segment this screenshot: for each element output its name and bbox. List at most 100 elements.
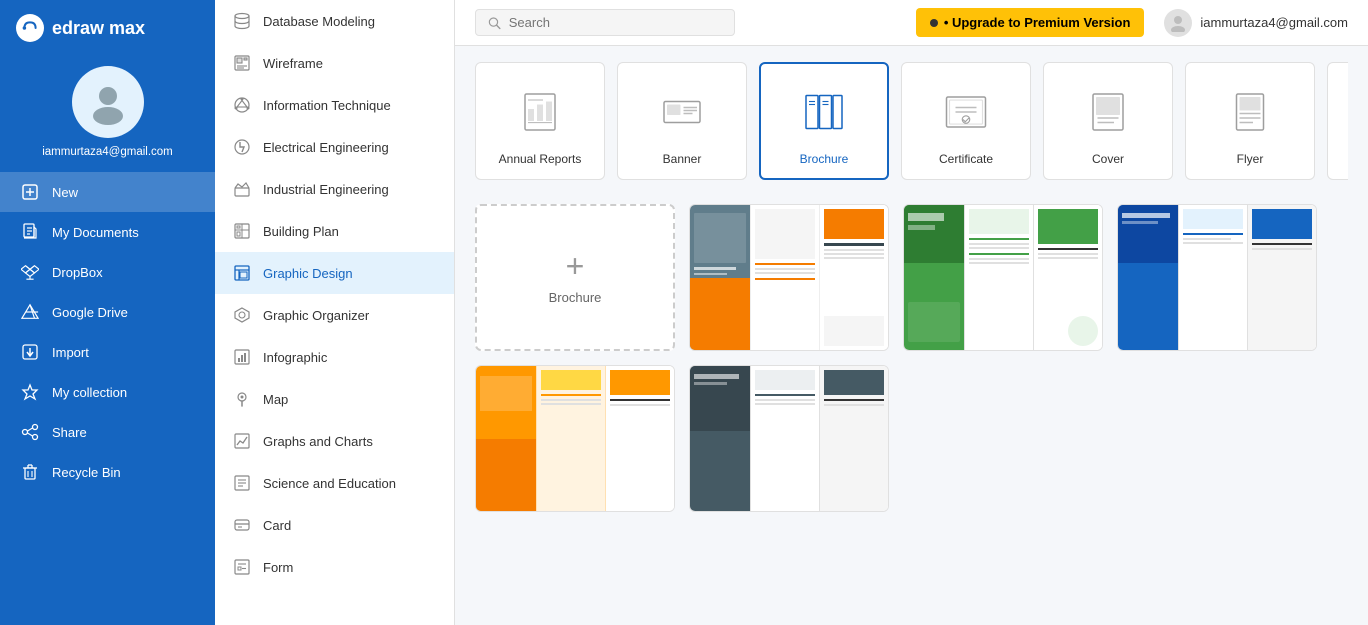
database-icon [231, 10, 253, 32]
category-item-science-education[interactable]: Science and Education [215, 462, 454, 504]
user-email: iammurtaza4@gmail.com [42, 146, 173, 158]
category-label: Graphic Organizer [263, 308, 369, 323]
cover-icon-area [1076, 80, 1140, 144]
category-label: Building Plan [263, 224, 339, 239]
sidebar-item-google-drive[interactable]: Google Drive [0, 292, 215, 332]
category-item-graphs-charts[interactable]: Graphs and Charts [215, 420, 454, 462]
sidebar: edraw max iammurtaza4@gmail.com New [0, 0, 215, 625]
tile-certificate[interactable]: Certificate [901, 62, 1031, 180]
template-card-5[interactable] [689, 365, 889, 512]
drive-icon [20, 302, 40, 322]
user-profile-section: iammurtaza4@gmail.com [0, 56, 215, 172]
category-item-graphic-organizer[interactable]: Graphic Organizer [215, 294, 454, 336]
upgrade-dot [930, 19, 938, 27]
tile-label: Annual Reports [499, 152, 582, 166]
tile-label: Flyer [1237, 152, 1264, 166]
sidebar-item-label: New [52, 185, 78, 200]
form-icon [231, 556, 253, 578]
template-card-2[interactable] [903, 204, 1103, 351]
category-label: Information Technique [263, 98, 391, 113]
tile-flyer[interactable]: Flyer [1185, 62, 1315, 180]
sidebar-item-import[interactable]: Import [0, 332, 215, 372]
category-item-form[interactable]: Form [215, 546, 454, 588]
category-label: Electrical Engineering [263, 140, 389, 155]
tile-annual-reports[interactable]: Annual Reports [475, 62, 605, 180]
building-plan-icon [231, 220, 253, 242]
industrial-icon [231, 178, 253, 200]
search-icon [488, 16, 501, 30]
sidebar-item-my-collection[interactable]: My collection [0, 372, 215, 412]
search-input[interactable] [509, 15, 722, 30]
category-item-map[interactable]: Map [215, 378, 454, 420]
new-template-card[interactable]: + Brochure [475, 204, 675, 351]
category-label: Form [263, 560, 293, 575]
main-content: • Upgrade to Premium Version iammurtaza4… [455, 0, 1368, 625]
upgrade-button[interactable]: • Upgrade to Premium Version [916, 8, 1145, 37]
tile-label: Banner [663, 152, 702, 166]
category-item-industrial-engineering[interactable]: Industrial Engineering [215, 168, 454, 210]
category-item-infographic[interactable]: Infographic [215, 336, 454, 378]
category-label: Graphs and Charts [263, 434, 373, 449]
category-item-card[interactable]: Card [215, 504, 454, 546]
category-item-wireframe[interactable]: Wireframe [215, 42, 454, 84]
wireframe-icon [231, 52, 253, 74]
plus-icon: + [566, 250, 585, 282]
sidebar-item-label: My Documents [52, 225, 139, 240]
template-card-1[interactable] [689, 204, 889, 351]
info-tech-icon [231, 94, 253, 116]
category-item-electrical-engineering[interactable]: Electrical Engineering [215, 126, 454, 168]
sidebar-item-recycle-bin[interactable]: Recycle Bin [0, 452, 215, 492]
tile-label: Certificate [939, 152, 993, 166]
sidebar-item-label: Share [52, 425, 87, 440]
template-card-4[interactable] [475, 365, 675, 512]
tile-label[interactable]: Label [1327, 62, 1348, 180]
flyer-icon-area [1218, 80, 1282, 144]
user-avatar-small [1164, 9, 1192, 37]
sidebar-nav: New My Documents [0, 172, 215, 625]
tile-label: Brochure [800, 152, 849, 166]
sidebar-item-label: DropBox [52, 265, 103, 280]
avatar [72, 66, 144, 138]
category-panel: Database Modeling Wireframe [215, 0, 455, 625]
annual-reports-icon-area [508, 80, 572, 144]
card-icon [231, 514, 253, 536]
dropbox-icon [20, 262, 40, 282]
tile-brochure[interactable]: Brochure [759, 62, 889, 180]
templates-container: + Brochure [475, 204, 1348, 512]
app-name: edraw max [52, 18, 145, 39]
tile-banner[interactable]: Banner [617, 62, 747, 180]
tiles-row: Annual Reports Banner [475, 62, 1348, 184]
category-item-building-plan[interactable]: Building Plan [215, 210, 454, 252]
import-icon [20, 342, 40, 362]
template-card-3[interactable] [1117, 204, 1317, 351]
topbar: • Upgrade to Premium Version iammurtaza4… [455, 0, 1368, 46]
category-item-database-modeling[interactable]: Database Modeling [215, 0, 454, 42]
category-label: Card [263, 518, 291, 533]
topbar-user-email: iammurtaza4@gmail.com [1200, 15, 1348, 30]
category-label: Industrial Engineering [263, 182, 389, 197]
sidebar-item-label: Google Drive [52, 305, 128, 320]
banner-icon-area [650, 80, 714, 144]
graphic-design-icon [231, 262, 253, 284]
category-label: Infographic [263, 350, 327, 365]
plus-icon [20, 182, 40, 202]
category-item-graphic-design[interactable]: Graphic Design [215, 252, 454, 294]
electrical-icon [231, 136, 253, 158]
tile-cover[interactable]: Cover [1043, 62, 1173, 180]
category-label: Wireframe [263, 56, 323, 71]
sidebar-item-dropbox[interactable]: DropBox [0, 252, 215, 292]
sidebar-item-share[interactable]: Share [0, 412, 215, 452]
share-icon [20, 422, 40, 442]
trash-icon [20, 462, 40, 482]
sidebar-item-new[interactable]: New [0, 172, 215, 212]
user-info: iammurtaza4@gmail.com [1164, 9, 1348, 37]
sidebar-item-label: Import [52, 345, 89, 360]
category-label: Graphic Design [263, 266, 353, 281]
category-item-information-technique[interactable]: Information Technique [215, 84, 454, 126]
logo-icon [16, 14, 44, 42]
search-box[interactable] [475, 9, 735, 36]
upgrade-label: • Upgrade to Premium Version [944, 15, 1131, 30]
certificate-icon-area [934, 80, 998, 144]
science-icon [231, 472, 253, 494]
sidebar-item-my-documents[interactable]: My Documents [0, 212, 215, 252]
